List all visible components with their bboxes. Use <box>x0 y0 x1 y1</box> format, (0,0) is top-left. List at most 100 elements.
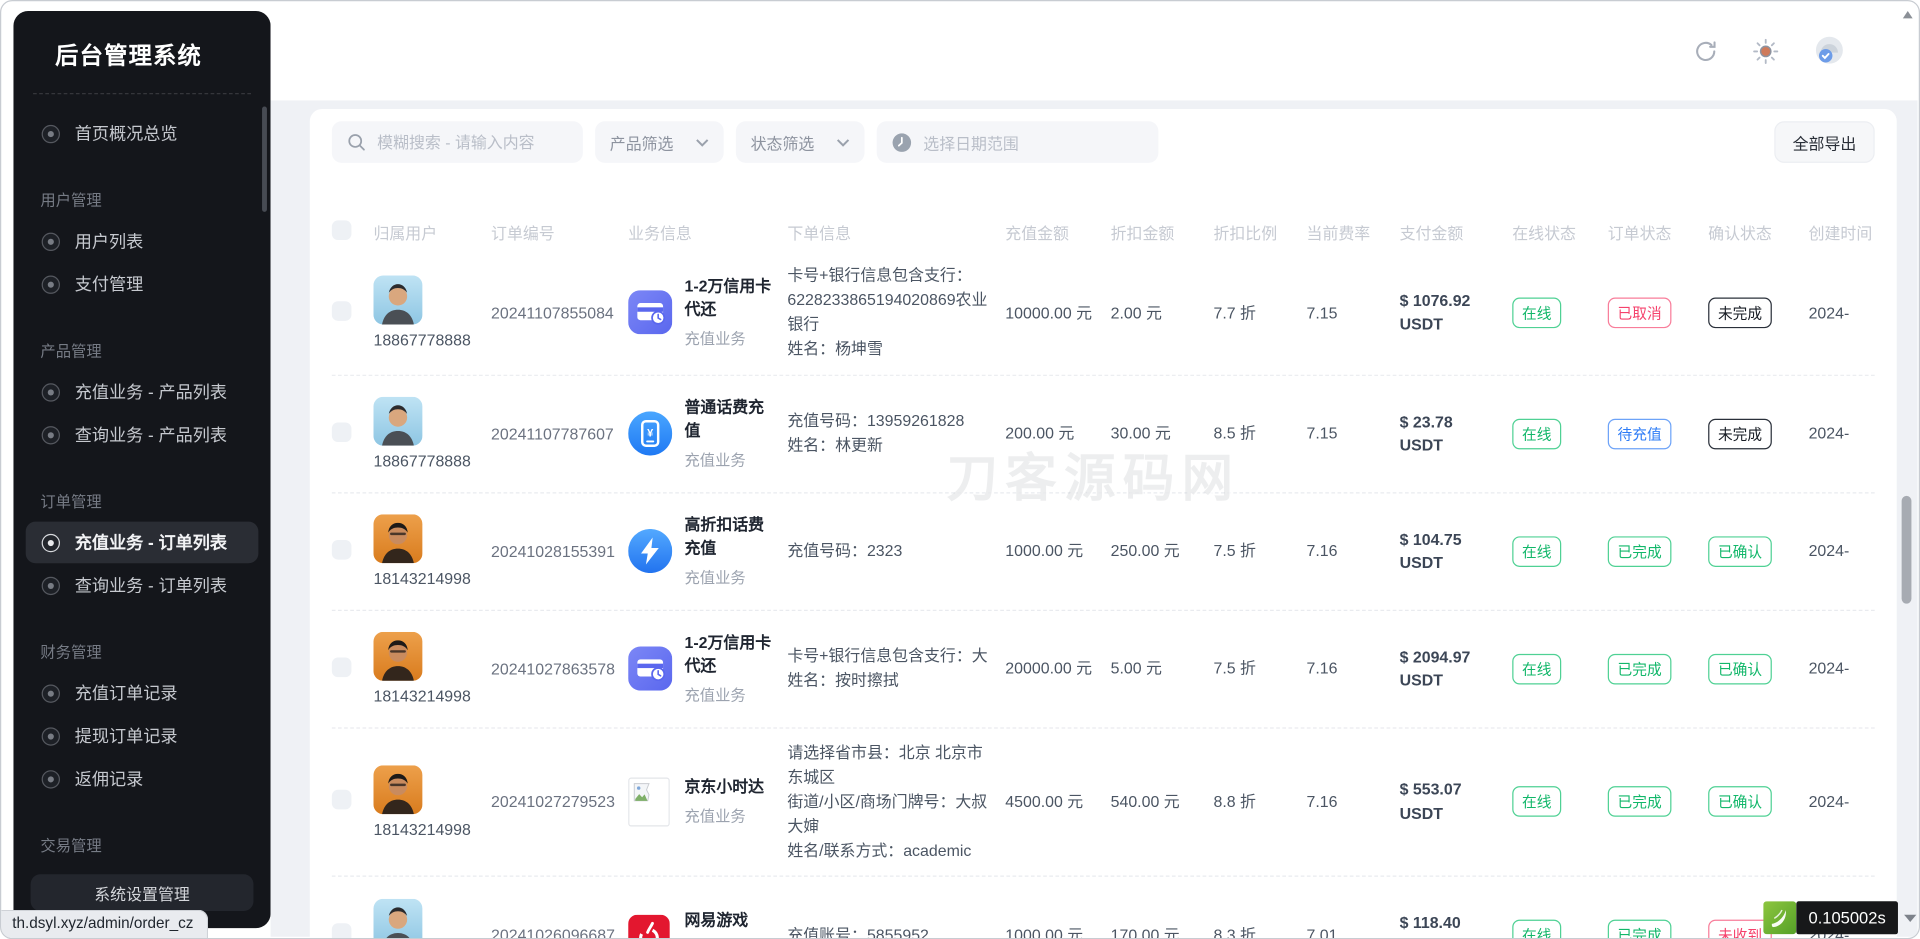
column-header: 创建时间 <box>1809 220 1897 243</box>
target-icon <box>42 727 60 745</box>
page-scrollbar-thumb[interactable] <box>1902 496 1912 604</box>
online-status-badge: 在线 <box>1512 787 1561 818</box>
sidebar-item[interactable]: 提现订单记录 <box>26 715 259 757</box>
current-rate: 7.01 <box>1307 923 1400 939</box>
search-input[interactable] <box>332 121 583 163</box>
order-info: 卡号+银行信息包含支行：6228233865194020869农业银行姓名：杨坤… <box>787 263 990 362</box>
user-avatar <box>373 397 422 446</box>
discount-amount: 2.00 元 <box>1111 301 1214 325</box>
search-field[interactable] <box>377 133 568 151</box>
user-avatar <box>373 898 422 939</box>
theme-toggle-icon[interactable] <box>1752 38 1779 65</box>
business-type: 充值业务 <box>684 804 772 827</box>
select-all-checkbox[interactable] <box>332 220 352 240</box>
column-header: 归属用户 <box>373 220 491 243</box>
sidebar-group: 订单管理充值业务 - 订单列表查询业务 - 订单列表 <box>13 489 270 607</box>
sidebar-item[interactable]: 查询业务 - 产品列表 <box>26 414 259 456</box>
sidebar-item[interactable]: 充值订单记录 <box>26 672 259 714</box>
product-filter-dropdown[interactable]: 产品筛选 <box>595 121 724 163</box>
user-avatar <box>373 276 422 325</box>
column-header: 确认状态 <box>1708 220 1808 243</box>
column-header: 在线状态 <box>1512 220 1608 243</box>
order-status-badge: 待充值 <box>1608 418 1672 449</box>
orders-panel: 产品筛选 状态筛选 选择日期范围 <box>310 109 1897 939</box>
current-rate: 7.15 <box>1307 422 1400 446</box>
sidebar: 后台管理系统 首页概况总览 用户管理用户列表支付管理产品管理充值业务 - 产品列… <box>13 11 270 928</box>
target-icon <box>42 275 60 293</box>
row-checkbox[interactable] <box>332 924 352 939</box>
sidebar-item[interactable]: 用户列表 <box>26 220 259 262</box>
sidebar-item[interactable]: 充值业务 - 订单列表 <box>26 522 259 564</box>
business-name: 1-2万信用卡代还 <box>684 632 772 678</box>
discount-ratio: 8.3 折 <box>1213 923 1306 939</box>
order-status-badge: 已取消 <box>1608 297 1672 328</box>
order-info: 请选择省市县：北京 北京市 东城区街道/小区/商场门牌号：大叔大婶姓名/联系方式… <box>787 740 990 863</box>
table-row: 1814321499820241028155391高折扣话费充值充值业务充值号码… <box>332 492 1875 610</box>
sidebar-item-label: 返佣记录 <box>75 767 144 791</box>
sidebar-item-home[interactable]: 首页概况总览 <box>26 113 259 155</box>
row-checkbox[interactable] <box>332 539 352 559</box>
system-settings-button[interactable]: 系统设置管理 <box>31 874 254 911</box>
table-row: 1886777888820241107787607¥普通话费充值充值业务充值号码… <box>332 374 1875 492</box>
sidebar-item-label: 支付管理 <box>75 272 144 296</box>
table-body: 18867778888202411078550841-2万信用卡代还充值业务卡号… <box>332 251 1875 939</box>
export-all-button[interactable]: 全部导出 <box>1774 121 1874 163</box>
sidebar-item[interactable]: 返佣记录 <box>26 758 259 800</box>
perf-extension-icon[interactable] <box>1763 901 1796 934</box>
sidebar-group-label: 财务管理 <box>40 639 270 662</box>
refresh-icon[interactable] <box>1692 38 1719 65</box>
filter-bar: 产品筛选 状态筛选 选择日期范围 <box>332 121 1875 163</box>
date-range-picker[interactable]: 选择日期范围 <box>877 121 1159 163</box>
user-phone: 18143214998 <box>373 569 476 587</box>
online-status-badge: 在线 <box>1512 653 1561 684</box>
row-checkbox[interactable] <box>332 301 352 321</box>
pay-amount: $ 118.40USDT <box>1400 911 1498 939</box>
user-phone: 18143214998 <box>373 687 476 705</box>
target-icon <box>42 426 60 444</box>
account-avatar-icon[interactable] <box>1812 34 1846 68</box>
topbar <box>271 2 1918 100</box>
user-avatar <box>373 632 422 681</box>
target-icon <box>42 576 60 594</box>
row-checkbox[interactable] <box>332 657 352 677</box>
product-filter-label: 产品筛选 <box>610 130 674 153</box>
clock-icon <box>891 132 912 153</box>
order-number: 20241028155391 <box>491 542 615 560</box>
sidebar-item[interactable]: 查询业务 - 订单列表 <box>26 564 259 606</box>
business-name: 京东小时达 <box>684 777 772 800</box>
sidebar-group-label: 产品管理 <box>40 338 270 361</box>
pay-amount: $ 2094.97USDT <box>1400 645 1498 693</box>
order-info: 充值账号：5855952 <box>787 923 990 939</box>
table-row: 1814321499820241027279523京东小时达充值业务请选择省市县… <box>332 727 1875 876</box>
discount-amount: 540.00 元 <box>1111 790 1214 814</box>
row-checkbox[interactable] <box>332 422 352 442</box>
main-area: 产品筛选 状态筛选 选择日期范围 <box>271 2 1918 936</box>
sidebar-scrollbar-thumb[interactable] <box>262 107 267 212</box>
user-phone: 18867778888 <box>373 452 476 470</box>
perf-timer-badge[interactable]: 0.105002s <box>1796 901 1898 934</box>
table-row: 1886777888820241026096687网易游戏充值业务充值账号：58… <box>332 876 1875 939</box>
order-status-badge: 已完成 <box>1608 920 1672 939</box>
svg-text:¥: ¥ <box>647 428 654 440</box>
order-status-badge: 已完成 <box>1608 536 1672 567</box>
sidebar-item-label: 首页概况总览 <box>75 121 178 145</box>
page-scrollbar[interactable] <box>1900 6 1913 933</box>
pay-amount: $ 104.75USDT <box>1400 527 1498 575</box>
sidebar-item[interactable]: 充值业务 - 产品列表 <box>26 371 259 413</box>
status-filter-dropdown[interactable]: 状态筛选 <box>736 121 865 163</box>
broken-image-icon <box>628 777 672 826</box>
search-icon <box>347 132 367 152</box>
caret-down-icon[interactable] <box>1904 914 1916 921</box>
sidebar-item[interactable]: 支付管理 <box>26 263 259 305</box>
link-status-tooltip: th.dsyl.xyz/admin/order_cz <box>1 910 208 938</box>
online-status-badge: 在线 <box>1512 297 1561 328</box>
sidebar-groups: 用户管理用户列表支付管理产品管理充值业务 - 产品列表查询业务 - 产品列表订单… <box>13 187 270 907</box>
current-rate: 7.15 <box>1307 301 1400 325</box>
online-status-badge: 在线 <box>1512 536 1561 567</box>
row-checkbox[interactable] <box>332 790 352 810</box>
discount-ratio: 7.5 折 <box>1213 539 1306 563</box>
date-range-label: 选择日期范围 <box>923 130 1019 153</box>
created-time: 2024- <box>1809 422 1897 446</box>
discount-ratio: 8.5 折 <box>1213 422 1306 446</box>
scroll-up-arrow-icon[interactable] <box>1903 11 1913 18</box>
